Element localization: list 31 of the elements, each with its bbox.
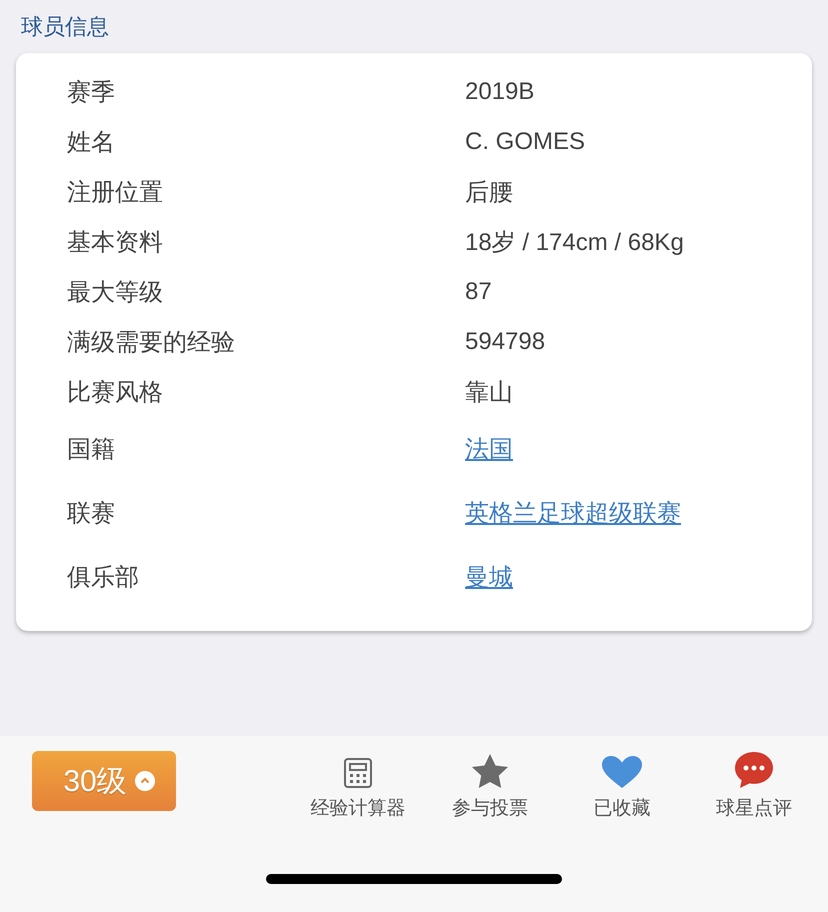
field-value: 87: [465, 278, 492, 306]
field-label: 姓名: [67, 128, 116, 158]
field-label: 俱乐部: [67, 563, 140, 593]
field-value: 靠山: [465, 378, 513, 408]
heart-icon: [601, 755, 643, 789]
field-value: 18岁 / 174cm / 68Kg: [465, 228, 684, 258]
field-label: 注册位置: [67, 178, 164, 208]
chevron-up-icon: [134, 771, 155, 791]
field-label: 赛季: [67, 78, 116, 108]
value-link[interactable]: 曼城: [465, 561, 513, 593]
action-label[interactable]: 参与投票: [452, 795, 528, 821]
comment-icon: [734, 751, 774, 789]
field-value: 2019B: [465, 78, 534, 106]
field-label: 联赛: [67, 499, 116, 529]
value-link[interactable]: 英格兰足球超级联赛: [465, 497, 681, 529]
field-label: 国籍: [67, 435, 116, 465]
field-label: 最大等级: [67, 278, 164, 308]
field-value: 后腰: [465, 178, 513, 208]
value-link[interactable]: 法国: [465, 433, 513, 465]
action-label[interactable]: 经验计算器: [310, 795, 406, 821]
field-label: 比赛风格: [67, 378, 164, 408]
calculator-icon: [343, 757, 373, 789]
field-label: 基本资料: [67, 228, 164, 258]
section-title: 球员信息: [21, 13, 109, 41]
field-value: C. GOMES: [465, 128, 586, 156]
action-label[interactable]: 已收藏: [594, 795, 650, 821]
home-indicator[interactable]: [266, 874, 562, 884]
star-icon: [471, 753, 509, 789]
field-label: 满级需要的经验: [67, 328, 236, 358]
field-value: 594798: [465, 328, 546, 356]
action-label[interactable]: 球星点评: [716, 795, 792, 821]
